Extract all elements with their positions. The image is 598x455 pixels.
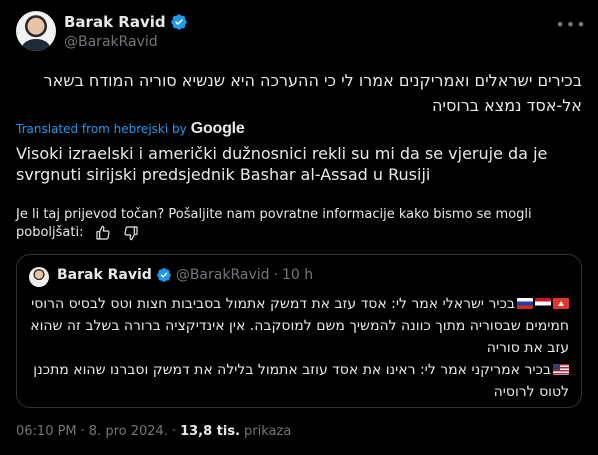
- post-date[interactable]: 8. pro 2024.: [89, 424, 168, 439]
- quoted-display-name: Barak Ravid: [57, 267, 152, 283]
- quoted-tweet[interactable]: Barak Ravid @BarakRavid · 10 h בכיר ישרא…: [16, 254, 582, 408]
- quoted-text: בכיר ישראלי אמר לי: אסד עזב את דמשק אתמו…: [29, 293, 569, 403]
- quoted-handle: @BarakRavid: [175, 267, 270, 283]
- more-options-icon[interactable]: •••: [555, 13, 585, 35]
- quoted-header: Barak Ravid @BarakRavid · 10 h: [57, 267, 313, 283]
- separator-dot: ·: [171, 424, 177, 439]
- author-name-row: Barak Ravid: [64, 13, 188, 31]
- russia-flag-icon: [517, 298, 533, 309]
- verified-badge-icon: [170, 14, 187, 30]
- red-flag-icon: [553, 298, 569, 309]
- views-label: prikaza: [244, 424, 292, 439]
- quoted-text-israeli: בכיר ישראלי אמר לי: אסד עזב את דמשק אתמו…: [30, 296, 569, 356]
- translated-from-link[interactable]: Translated from hebrejski by: [16, 122, 187, 136]
- thumbs-down-icon[interactable]: [122, 225, 140, 241]
- tweet-meta: 06:10 PM · 8. pro 2024. · 13,8 tis. prik…: [16, 424, 291, 439]
- google-logo: Google: [190, 120, 245, 137]
- quoted-timestamp: 10 h: [281, 267, 314, 283]
- thumbs-up-icon[interactable]: [94, 225, 112, 241]
- quoted-text-american: בכיר אמריקני אמר לי: ראינו את אסד עוזב א…: [33, 362, 569, 400]
- syria-flag-icon: [535, 298, 551, 309]
- separator-dot: ·: [273, 267, 278, 283]
- views-count: 13,8 tis.: [180, 424, 241, 439]
- verified-badge-icon: [156, 268, 171, 282]
- translation-attribution: Translated from hebrejski by Google: [16, 120, 245, 138]
- author-display-name[interactable]: Barak Ravid: [64, 13, 166, 31]
- quoted-line-american: בכיר אמריקני אמר לי: ראינו את אסד עוזב א…: [29, 359, 569, 403]
- quoted-avatar[interactable]: [29, 267, 49, 287]
- avatar[interactable]: [16, 11, 56, 51]
- translation-feedback: Je li taj prijevod točan? Pošaljite nam …: [16, 206, 558, 242]
- separator-dot: ·: [80, 424, 85, 439]
- quoted-line-israeli: בכיר ישראלי אמר לי: אסד עזב את דמשק אתמו…: [29, 293, 569, 359]
- author-handle[interactable]: @BarakRavid: [64, 34, 158, 50]
- us-flag-icon: [553, 364, 569, 375]
- translated-text: Visoki izraelski i američki dužnosnici r…: [16, 144, 548, 184]
- post-time[interactable]: 06:10 PM: [16, 424, 77, 439]
- tweet-text: בכירים ישראלים ואמריקנים אמרו לי כי ההער…: [43, 71, 582, 115]
- tweet-header: Barak Ravid @BarakRavid •••: [16, 11, 586, 55]
